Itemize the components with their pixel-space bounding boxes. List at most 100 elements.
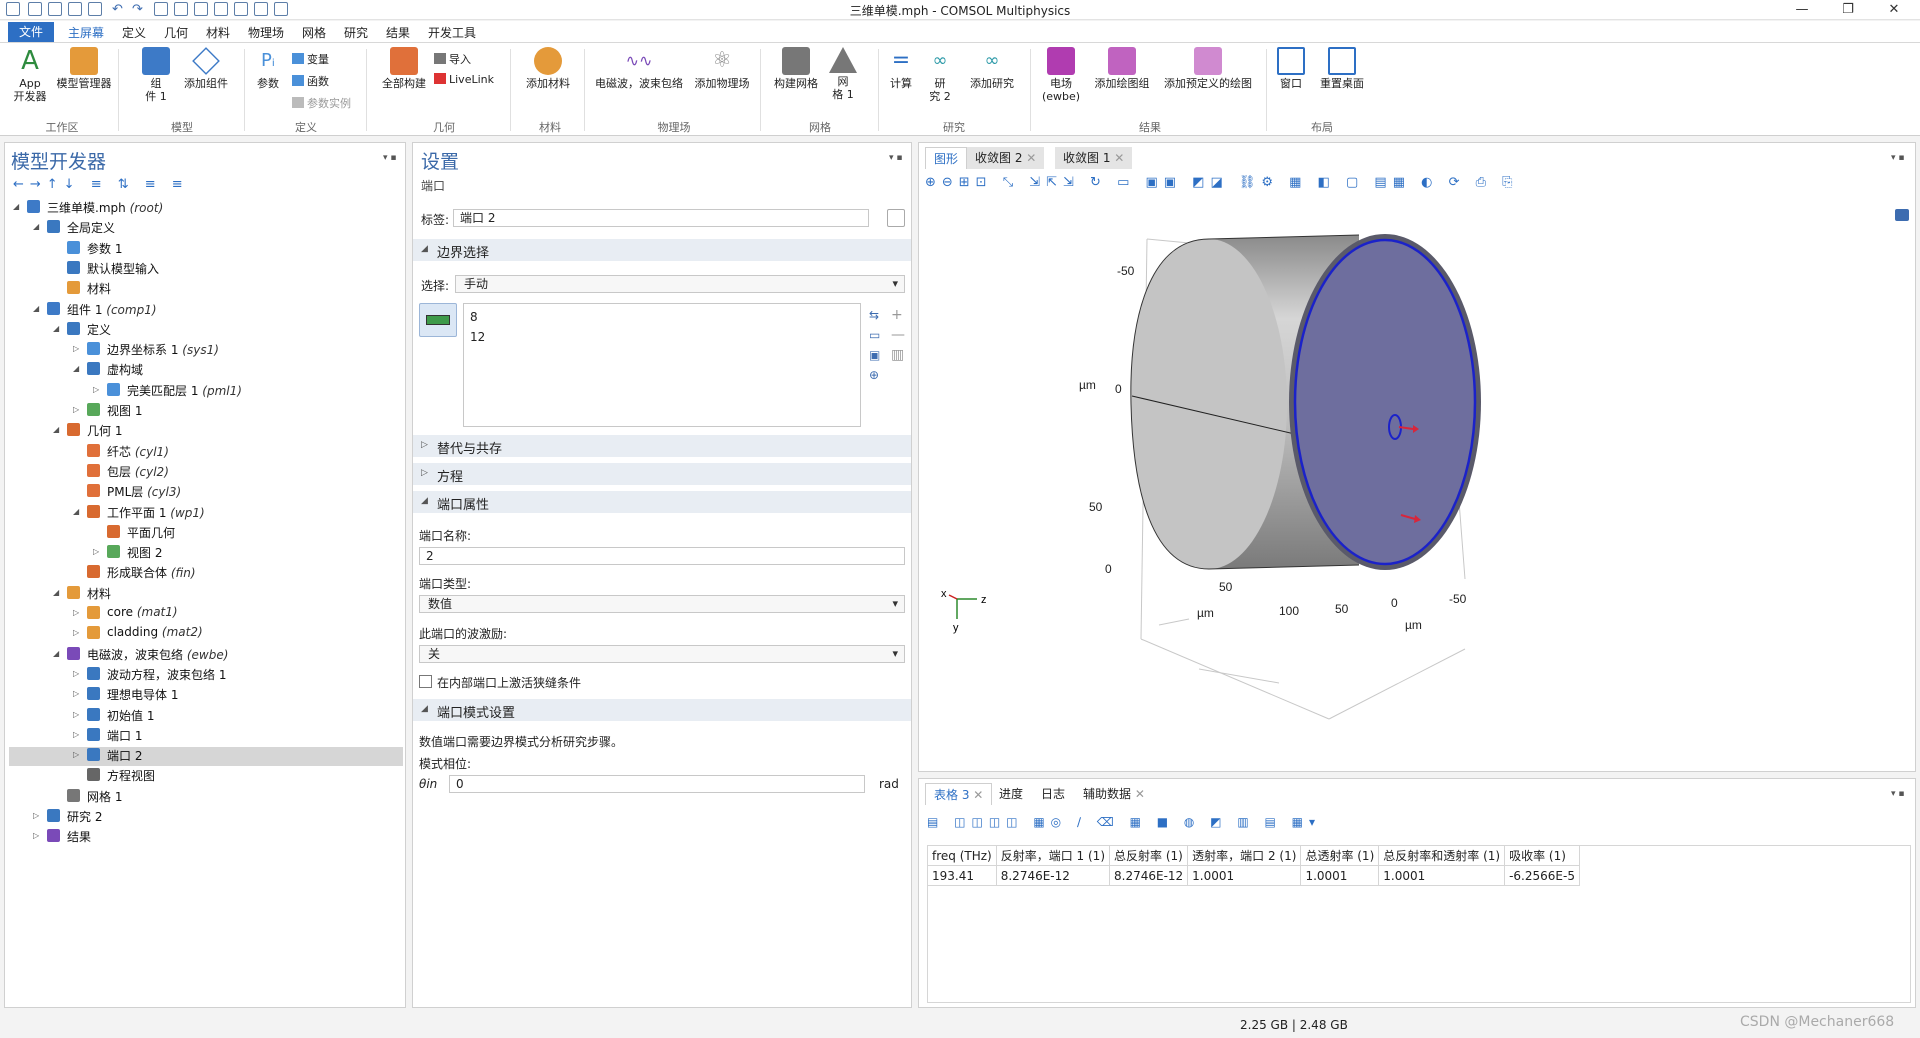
tree-node[interactable]: ▷ 结果 bbox=[9, 828, 403, 847]
tab-progress[interactable]: 进度 bbox=[991, 783, 1031, 805]
tree-toggle-icon[interactable]: ▷ bbox=[93, 385, 99, 394]
theta-input[interactable]: 0 bbox=[449, 775, 865, 793]
tree-node[interactable]: ▷ 边界坐标系 1 (sys1) bbox=[9, 341, 403, 360]
tree-node[interactable]: ▷ 研究 2 bbox=[9, 808, 403, 827]
3d-view[interactable]: -50 0 50 0 µm 50 100 50 0 -50 µm µm x z … bbox=[919, 199, 1915, 771]
menu-physics[interactable]: 物理场 bbox=[248, 24, 284, 41]
tree-toggle-icon[interactable]: ◢ bbox=[53, 324, 59, 333]
label-reset-icon[interactable] bbox=[887, 209, 905, 227]
panel-menu-icon[interactable]: ▾ ▪ bbox=[383, 153, 396, 163]
tree-node[interactable]: ▷ 完美匹配层 1 (pml1) bbox=[9, 382, 403, 401]
section-equation[interactable]: ▷ 方程 bbox=[413, 463, 911, 485]
port-type-combo[interactable]: 数值 bbox=[419, 595, 905, 613]
tab-convergence-2[interactable]: 收敛图 2 ✕ bbox=[967, 147, 1045, 169]
menu-home[interactable]: 主屏幕 bbox=[68, 24, 104, 41]
menu-study[interactable]: 研究 bbox=[344, 24, 368, 41]
tree-node[interactable]: 材料 bbox=[9, 280, 403, 299]
param-case-button[interactable]: 参数实例 bbox=[292, 95, 351, 111]
close-icon[interactable]: ✕ bbox=[1026, 151, 1036, 165]
tree-node[interactable]: ◢ 几何 1 bbox=[9, 422, 403, 441]
mesh1-button[interactable]: 网 格 1 bbox=[826, 47, 860, 101]
tree-toggle-icon[interactable]: ▷ bbox=[73, 710, 79, 719]
panel-menu-icon[interactable]: ▾ ▪ bbox=[889, 153, 902, 163]
tree-node[interactable]: 方程视图 bbox=[9, 767, 403, 786]
boundary-list[interactable]: 8 12 bbox=[463, 303, 861, 427]
variables-button[interactable]: 变量 bbox=[292, 51, 329, 67]
physics-ewbe-button[interactable]: ∿∿ 电磁波，波束包络 bbox=[590, 47, 688, 90]
tree-toggle-icon[interactable]: ▷ bbox=[73, 405, 79, 414]
component-button[interactable]: 组 件 1 bbox=[138, 47, 174, 103]
tree-toggle-icon[interactable]: ▷ bbox=[73, 669, 79, 678]
maximize-button[interactable]: ❐ bbox=[1826, 0, 1870, 20]
tree-node[interactable]: 包层 (cyl2) bbox=[9, 463, 403, 482]
section-port-mode[interactable]: ◢ 端口模式设置 bbox=[413, 699, 911, 721]
section-port-properties[interactable]: ◢ 端口属性 bbox=[413, 491, 911, 513]
tab-graphics[interactable]: 图形 bbox=[925, 147, 968, 169]
tree-toggle-icon[interactable]: ◢ bbox=[53, 588, 59, 597]
table-header-cell[interactable]: 总反射率和透射率 (1) bbox=[1378, 845, 1506, 866]
add-predefined-plot-button[interactable]: 添加预定义的绘图 bbox=[1158, 47, 1258, 90]
tree-toggle-icon[interactable]: ▷ bbox=[33, 811, 39, 820]
tree-node[interactable]: 网格 1 bbox=[9, 788, 403, 807]
tree-node[interactable]: ▷ core (mat1) bbox=[9, 605, 403, 624]
menu-mesh[interactable]: 网格 bbox=[302, 24, 326, 41]
selection-tools[interactable]: ⇆ ▭ ▣ ⊕ bbox=[869, 305, 880, 385]
tree-toggle-icon[interactable]: ◢ bbox=[53, 649, 59, 658]
tree-node[interactable]: ◢ 电磁波，波束包络 (ewbe) bbox=[9, 646, 403, 665]
study2-button[interactable]: ∞ 研 究 2 bbox=[922, 47, 958, 103]
tree-node[interactable]: ▷ 端口 2 bbox=[9, 747, 403, 767]
tree-toggle-icon[interactable]: ▷ bbox=[73, 730, 79, 739]
tree-node[interactable]: 纤芯 (cyl1) bbox=[9, 443, 403, 462]
table-header-cell[interactable]: 总反射率 (1) bbox=[1108, 845, 1189, 866]
tree-node[interactable]: ◢ 工作平面 1 (wp1) bbox=[9, 504, 403, 523]
tree-node[interactable]: ▷ 视图 2 bbox=[9, 544, 403, 563]
tree-toggle-icon[interactable]: ◢ bbox=[73, 507, 79, 516]
livelink-button[interactable]: LiveLink bbox=[434, 73, 494, 86]
table-header-cell[interactable]: 吸收率 (1) bbox=[1504, 845, 1580, 866]
graphics-toolbar[interactable]: ⊕⊖⊞⊡ ⤡ ⇲⇱⇲ ↻ ▭ ▣▣ ◩◪ ⛓⚙ ▦ ◧ ▢ ▤▦ ◐ ⟳ ⎙ ⎘ bbox=[925, 175, 1911, 197]
tree-node[interactable]: 默认模型输入 bbox=[9, 260, 403, 279]
tree-toggle-icon[interactable]: ◢ bbox=[33, 304, 39, 313]
boundary-item[interactable]: 12 bbox=[470, 330, 485, 344]
tree-node[interactable]: 平面几何 bbox=[9, 524, 403, 543]
tree-toggle-icon[interactable]: ▷ bbox=[93, 547, 99, 556]
tree-node[interactable]: ▷ 理想电导体 1 bbox=[9, 686, 403, 705]
menu-geometry[interactable]: 几何 bbox=[164, 24, 188, 41]
tab-aux-data[interactable]: 辅助数据 ✕ bbox=[1075, 783, 1153, 805]
tree-node[interactable]: ◢ 材料 bbox=[9, 585, 403, 604]
tab-convergence-1[interactable]: 收敛图 1 ✕ bbox=[1055, 147, 1133, 169]
tree-toggle-icon[interactable]: ◢ bbox=[53, 425, 59, 434]
tree-node[interactable]: ◢ 定义 bbox=[9, 321, 403, 340]
add-physics-button[interactable]: ⚛ 添加物理场 bbox=[690, 47, 754, 90]
file-menu[interactable]: 文件 bbox=[8, 22, 54, 42]
tree-node[interactable]: 形成联合体 (fin) bbox=[9, 564, 403, 583]
build-all-button[interactable]: 全部构建 bbox=[376, 47, 432, 90]
active-toggle-button[interactable] bbox=[419, 303, 457, 337]
panel-menu-icon[interactable]: ▾ ▪ bbox=[1891, 153, 1904, 163]
panel-menu-icon[interactable]: ▾ ▪ bbox=[1891, 789, 1904, 799]
app-developer-button[interactable]: A App 开发器 bbox=[10, 47, 50, 103]
close-icon[interactable]: ✕ bbox=[1114, 151, 1124, 165]
functions-button[interactable]: 函数 bbox=[292, 73, 329, 89]
build-mesh-button[interactable]: 构建网格 bbox=[768, 47, 824, 90]
table-header-cell[interactable]: 反射率，端口 1 (1) bbox=[995, 845, 1111, 866]
tree-toolbar[interactable]: ←→↑↓ ≡ ⇅ ≡ ≡ bbox=[13, 177, 189, 192]
internal-port-checkbox[interactable] bbox=[419, 675, 432, 688]
port-boundary-face[interactable] bbox=[1293, 238, 1477, 566]
tree-toggle-icon[interactable]: ▷ bbox=[73, 689, 79, 698]
menu-results[interactable]: 结果 bbox=[386, 24, 410, 41]
tree-toggle-icon[interactable]: ▷ bbox=[73, 344, 79, 353]
menu-definitions[interactable]: 定义 bbox=[122, 24, 146, 41]
port-name-input[interactable]: 2 bbox=[419, 547, 905, 565]
table-row[interactable]: 193.41 8.2746E-12 8.2746E-12 1.0001 1.0001 1.… bbox=[927, 865, 1580, 886]
tree-node[interactable]: ▷ 视图 1 bbox=[9, 402, 403, 421]
tree-toggle-icon[interactable]: ▷ bbox=[33, 831, 39, 840]
tree-node[interactable]: ◢ 虚构域 bbox=[9, 361, 403, 380]
tree-node[interactable]: ▷ 端口 1 bbox=[9, 727, 403, 746]
label-input[interactable]: 端口 2 bbox=[453, 209, 869, 227]
table-header-cell[interactable]: 总透射率 (1) bbox=[1300, 845, 1380, 866]
table-header-cell[interactable]: freq (THz) bbox=[927, 845, 997, 866]
reset-desktop-button[interactable]: 重置桌面 bbox=[1312, 47, 1372, 90]
tab-log[interactable]: 日志 bbox=[1033, 783, 1073, 805]
tree-node[interactable]: 参数 1 bbox=[9, 240, 403, 259]
